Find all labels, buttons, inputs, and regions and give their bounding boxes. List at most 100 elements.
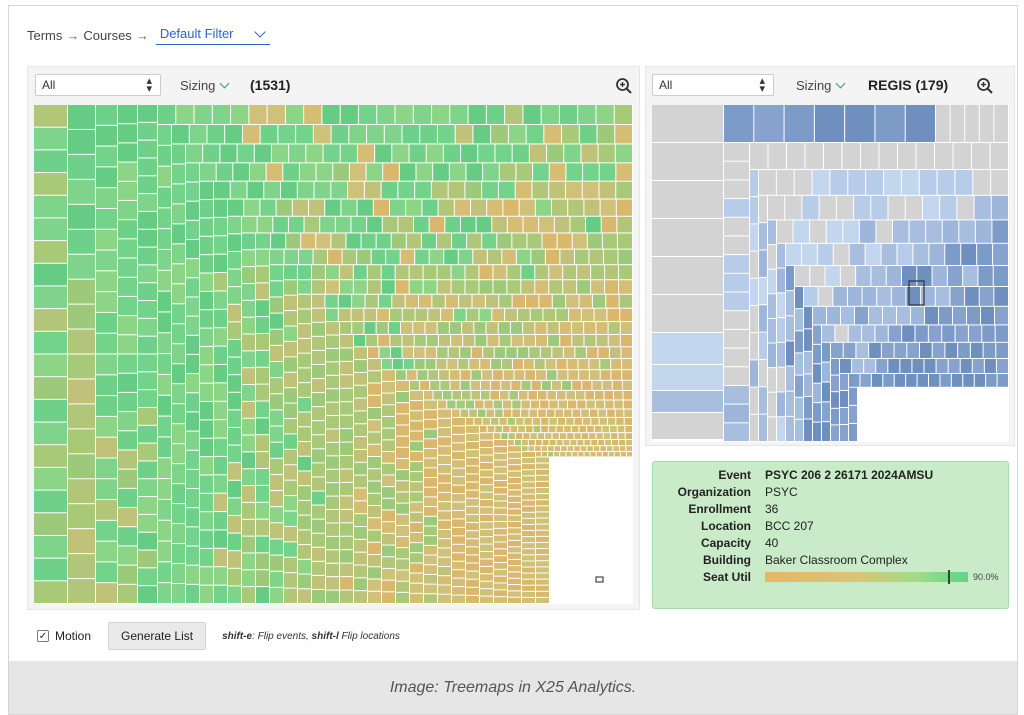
treemap-cell[interactable]: [200, 310, 213, 328]
treemap-cell[interactable]: [551, 380, 562, 390]
treemap-cell[interactable]: [463, 334, 475, 347]
treemap-cell[interactable]: [96, 520, 117, 541]
treemap-cell[interactable]: [495, 144, 512, 163]
treemap-cell[interactable]: [577, 440, 584, 446]
treemap-cell[interactable]: [96, 167, 117, 188]
treemap-cell[interactable]: [494, 590, 507, 597]
treemap-cell[interactable]: [267, 105, 285, 124]
treemap-cell[interactable]: [750, 197, 758, 224]
treemap-cell[interactable]: [465, 181, 482, 199]
treemap-cell[interactable]: [338, 308, 351, 322]
treemap-cell[interactable]: [172, 524, 185, 544]
treemap-cell[interactable]: [530, 400, 540, 409]
treemap-cell[interactable]: [340, 496, 353, 509]
treemap-cell[interactable]: [312, 575, 325, 589]
right-scope-select[interactable]: All ▴ ▾: [652, 74, 774, 96]
treemap-cell[interactable]: [270, 410, 283, 426]
treemap-cell[interactable]: [138, 354, 157, 372]
treemap-cell[interactable]: [526, 125, 544, 144]
treemap-cell[interactable]: [534, 359, 545, 370]
treemap-cell[interactable]: [349, 125, 367, 144]
treemap-cell[interactable]: [498, 181, 515, 199]
treemap-cell[interactable]: [326, 429, 339, 442]
treemap-cell[interactable]: [921, 287, 935, 306]
treemap-cell[interactable]: [750, 360, 758, 387]
treemap-cell[interactable]: [419, 294, 432, 308]
treemap-cell[interactable]: [483, 163, 499, 181]
treemap-cell[interactable]: [158, 229, 171, 249]
treemap-cell[interactable]: [438, 418, 451, 428]
treemap-cell[interactable]: [466, 417, 474, 425]
treemap-cell[interactable]: [552, 199, 568, 216]
treemap-cell[interactable]: [368, 408, 381, 420]
treemap-cell[interactable]: [871, 266, 886, 286]
treemap-cell[interactable]: [68, 504, 95, 529]
treemap-cell[interactable]: [172, 384, 185, 404]
treemap-cell[interactable]: [297, 265, 311, 280]
treemap-cell[interactable]: [480, 470, 493, 477]
treemap-cell[interactable]: [532, 417, 541, 425]
treemap-cell[interactable]: [118, 469, 137, 488]
treemap-cell[interactable]: [618, 433, 625, 439]
treemap-cell[interactable]: [578, 451, 584, 457]
treemap-cell[interactable]: [624, 409, 632, 417]
treemap-cell[interactable]: [214, 493, 227, 512]
treemap-cell[interactable]: [471, 390, 481, 400]
treemap-cell[interactable]: [354, 424, 367, 437]
treemap-cell[interactable]: [354, 437, 367, 449]
treemap-cell[interactable]: [482, 370, 492, 380]
treemap-cell[interactable]: [963, 266, 978, 286]
treemap-cell[interactable]: [626, 446, 632, 451]
treemap-cell[interactable]: [270, 249, 284, 265]
treemap-cell[interactable]: [396, 392, 409, 403]
treemap-cell[interactable]: [529, 347, 540, 358]
treemap-cell[interactable]: [68, 105, 95, 129]
treemap-cell[interactable]: [594, 308, 607, 322]
treemap-cell[interactable]: [438, 566, 451, 576]
treemap-cell[interactable]: [414, 216, 429, 233]
treemap-cell[interactable]: [522, 512, 535, 518]
treemap-cell[interactable]: [458, 249, 473, 265]
treemap-cell[interactable]: [256, 553, 269, 570]
treemap-cell[interactable]: [270, 426, 283, 442]
treemap-cell[interactable]: [415, 308, 428, 322]
treemap-cell[interactable]: [96, 437, 117, 458]
treemap-cell[interactable]: [68, 254, 95, 279]
treemap-cell[interactable]: [466, 466, 479, 474]
treemap-cell[interactable]: [528, 440, 535, 446]
treemap-cell[interactable]: [249, 163, 266, 181]
treemap-cell[interactable]: [467, 233, 482, 249]
treemap-cell[interactable]: [602, 425, 610, 433]
treemap-cell[interactable]: [410, 573, 423, 583]
treemap-cell[interactable]: [475, 400, 484, 409]
treemap-cell[interactable]: [478, 144, 495, 163]
treemap-cell[interactable]: [441, 308, 453, 322]
treemap-cell[interactable]: [494, 494, 507, 501]
treemap-cell[interactable]: [368, 518, 381, 530]
treemap-cell[interactable]: [186, 393, 199, 412]
treemap-cell[interactable]: [466, 506, 479, 514]
treemap-cell[interactable]: [466, 308, 479, 322]
treemap-cell[interactable]: [480, 485, 493, 492]
treemap-cell[interactable]: [785, 195, 802, 220]
treemap-cell[interactable]: [452, 409, 460, 417]
treemap-cell[interactable]: [158, 479, 171, 499]
treemap-cell[interactable]: [158, 562, 171, 583]
treemap-cell[interactable]: [595, 400, 605, 409]
treemap-cell[interactable]: [326, 590, 339, 603]
treemap-cell[interactable]: [410, 522, 423, 532]
treemap-cell[interactable]: [382, 487, 395, 498]
treemap-cell[interactable]: [556, 359, 567, 370]
treemap-cell[interactable]: [494, 440, 507, 446]
treemap-cell[interactable]: [525, 370, 536, 380]
treemap-cell[interactable]: [118, 412, 137, 431]
treemap-cell[interactable]: [228, 515, 241, 533]
treemap-cell[interactable]: [118, 162, 137, 181]
treemap-cell[interactable]: [401, 322, 413, 334]
treemap-cell[interactable]: [614, 390, 623, 400]
treemap-cell[interactable]: [521, 380, 531, 390]
treemap-cell[interactable]: [479, 280, 493, 294]
treemap-cell[interactable]: [493, 400, 502, 409]
treemap-cell[interactable]: [621, 347, 632, 358]
treemap-cell[interactable]: [172, 324, 185, 344]
